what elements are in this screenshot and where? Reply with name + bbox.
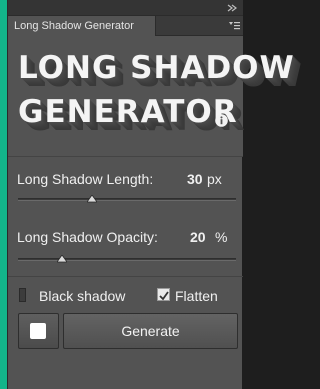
- title-line-1: LONG SHADOW: [18, 50, 295, 86]
- generate-button[interactable]: Generate: [63, 313, 238, 349]
- opacity-unit: %: [215, 229, 228, 245]
- panel-menu-icon[interactable]: [228, 20, 240, 32]
- checkmark-icon: [159, 291, 169, 301]
- black-shadow-checkbox[interactable]: [19, 288, 26, 302]
- panel-header: LONG SHADOW GENERATOR: [8, 36, 294, 156]
- length-value: 30: [187, 171, 203, 187]
- flatten-checkbox[interactable]: [157, 288, 170, 301]
- divider: [8, 156, 243, 157]
- shadow-color-swatch: [30, 323, 46, 339]
- collapse-icon[interactable]: [225, 3, 239, 13]
- length-slider-thumb[interactable]: [87, 195, 98, 203]
- black-shadow-label[interactable]: Black shadow: [39, 288, 125, 304]
- length-unit: px: [207, 171, 222, 187]
- opacity-number: 20: [190, 229, 206, 245]
- flatten-label[interactable]: Flatten: [175, 288, 218, 304]
- length-number: 30: [187, 171, 203, 187]
- tab-long-shadow-generator[interactable]: Long Shadow Generator: [8, 16, 156, 36]
- divider: [8, 276, 243, 277]
- panel-top-bar: [8, 0, 243, 16]
- long-shadow-panel: Long Shadow Generator LONG SHADOW GENERA…: [7, 0, 294, 389]
- title-line-2: GENERATOR: [18, 94, 238, 130]
- opacity-label: Long Shadow Opacity:: [17, 229, 158, 245]
- shadow-color-button[interactable]: [18, 313, 59, 349]
- length-slider-track[interactable]: [18, 198, 236, 201]
- app-window: Long Shadow Generator LONG SHADOW GENERA…: [0, 0, 294, 389]
- opacity-slider-thumb[interactable]: [56, 255, 67, 263]
- tab-label: Long Shadow Generator: [14, 20, 134, 32]
- length-label: Long Shadow Length:: [17, 171, 154, 187]
- background-accent-strip: [0, 0, 7, 389]
- panel-tab-bar: Long Shadow Generator: [8, 16, 243, 36]
- opacity-value: 20: [190, 229, 206, 245]
- opacity-slider-track[interactable]: [18, 258, 236, 261]
- info-icon[interactable]: [215, 114, 228, 127]
